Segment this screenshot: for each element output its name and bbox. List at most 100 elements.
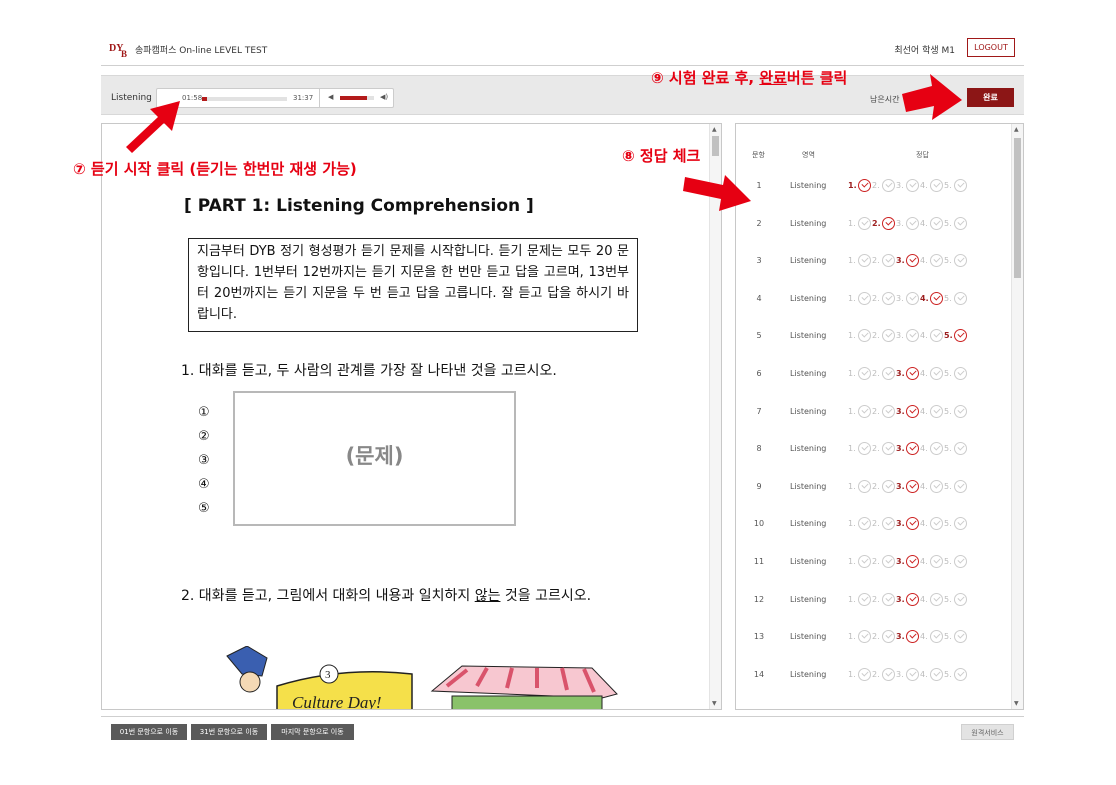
volume-up-icon[interactable]: ◀) (380, 93, 388, 101)
remote-service-button[interactable]: 원격서비스 (961, 724, 1014, 740)
answer-choice-label: 3. (896, 331, 904, 341)
option-4[interactable]: ④ (198, 473, 210, 497)
answer-row-area: Listening (790, 481, 827, 491)
checkmark-icon (885, 481, 893, 489)
checkmark-icon (861, 330, 869, 338)
check-circle-icon (954, 630, 967, 644)
answer-row-area: Listening (790, 632, 827, 642)
checkmark-icon (885, 368, 893, 376)
progress-fill (202, 97, 208, 101)
check-circle-icon (954, 404, 967, 418)
answer-choice-label: 2. (872, 181, 880, 190)
cartoon-image: 3 Culture Day! (226, 646, 618, 710)
go-question-31-button[interactable]: 31번 문항으로 이동 (191, 724, 267, 740)
volume-track[interactable] (340, 96, 374, 100)
checkmark-icon (909, 443, 917, 451)
check-circle-icon (858, 630, 871, 644)
answer-choice-label: 3. (896, 519, 905, 529)
answer-choice-label: 1. (848, 181, 857, 190)
cartoon-title: Culture Day! (292, 693, 382, 710)
logout-button[interactable]: LOGOUT (967, 38, 1015, 57)
option-3[interactable]: ③ (198, 449, 210, 473)
dyb-logo: DY B (109, 43, 127, 58)
answer-sheet[interactable]: 문항 영역 정답 1 Listening 1. 2. 3. 4. 5. 2 Listening 1… (735, 123, 1024, 710)
checkmark-icon (933, 255, 941, 263)
volume-control[interactable]: ◀ ◀) (319, 89, 395, 107)
check-circle-icon (858, 329, 871, 343)
arrow-icon-answer (683, 175, 751, 211)
answer-row: 13 Listening 1. 2. 3. 4. 5. (736, 627, 1012, 647)
scroll-thumb[interactable] (1014, 138, 1021, 278)
arrow-icon-start (126, 101, 180, 153)
check-circle-icon (930, 592, 943, 606)
checkmark-icon (957, 180, 965, 188)
check-circle-icon (930, 291, 943, 305)
annotation-start-listening: ⑦ 듣기 시작 클릭 (듣기는 한번만 재생 가능) (73, 160, 357, 178)
go-question-1-button[interactable]: 01번 문항으로 이동 (111, 724, 187, 740)
answer-choice-label: 5. (944, 181, 952, 190)
answer-row-num: 3 (756, 256, 762, 266)
check-circle-icon (858, 442, 871, 456)
answer-row: 9 Listening 1. 2. 3. 4. 5. (736, 477, 1012, 497)
answer-row-num: 12 (753, 594, 765, 604)
check-circle-icon (906, 329, 919, 343)
answer-choice-label: 2. (872, 519, 880, 529)
volume-fill (340, 96, 368, 100)
check-circle-icon (858, 517, 871, 531)
checkmark-icon (861, 631, 869, 639)
checkmark-icon (909, 406, 917, 414)
checkmark-icon (933, 556, 941, 564)
check-circle-icon (954, 592, 967, 606)
answer-choice-label: 4. (920, 331, 928, 341)
answer-scrollbar[interactable]: ▲ ▼ (1011, 124, 1023, 709)
checkmark-icon (933, 368, 941, 376)
check-circle-icon (954, 517, 967, 531)
go-last-question-button[interactable]: 마지막 문항으로 이동 (271, 724, 354, 740)
option-1[interactable]: ① (198, 401, 210, 425)
answer-row: 12 Listening 1. 2. 3. 4. 5. (736, 590, 1012, 610)
answer-choice-label: 1. (848, 519, 856, 529)
audio-player[interactable]: 01:58 31:37 ◀ ◀) (156, 88, 394, 108)
volume-down-icon[interactable]: ◀ (328, 93, 333, 101)
check-circle-icon (954, 291, 967, 305)
checkmark-icon (885, 330, 893, 338)
question-2-text-a: 2. 대화를 듣고, 그림에서 대화의 내용과 일치하지 (181, 588, 475, 604)
option-5[interactable]: ⑤ (198, 497, 210, 521)
check-circle-icon (930, 479, 943, 493)
answer-row-area: Listening (790, 218, 827, 228)
check-circle-icon (930, 179, 943, 192)
answer-row-num: 13 (753, 632, 765, 642)
answer-choice-label: 1. (848, 669, 856, 679)
scroll-thumb[interactable] (712, 136, 719, 156)
check-circle-icon (858, 254, 871, 268)
check-circle-icon (954, 442, 967, 456)
answer-row: 14 Listening 1. 2. 3. 4. 5. (736, 665, 1012, 685)
checkmark-icon (861, 180, 869, 188)
answer-row: 4 Listening 1. 2. 3. 4. 5. (736, 289, 1012, 309)
scroll-down-icon[interactable]: ▼ (712, 700, 717, 707)
checkmark-icon (957, 481, 965, 489)
checkmark-icon (861, 293, 869, 301)
question-panel[interactable]: [ PART 1: Listening Comprehension ] 지금부터… (101, 123, 722, 710)
question-2-underline: 않는 (474, 588, 501, 604)
scroll-down-icon[interactable]: ▼ (1014, 700, 1019, 707)
finish-button[interactable]: 완료 (967, 88, 1014, 107)
brand-title: 송파캠퍼스 On-line LEVEL TEST (135, 46, 268, 56)
check-circle-icon (954, 479, 967, 493)
answer-row-area: Listening (790, 256, 827, 266)
check-circle-icon (930, 555, 943, 568)
checkmark-icon (909, 631, 917, 639)
option-2[interactable]: ② (198, 425, 210, 449)
scroll-up-icon[interactable]: ▲ (1014, 126, 1019, 133)
answer-row-area: Listening (790, 406, 827, 416)
answer-choice-label: 4. (920, 181, 928, 190)
answer-choice-label: 3. (896, 256, 905, 266)
checkmark-icon (957, 218, 965, 226)
answer-choice-label: 4. (920, 481, 928, 491)
answer-choice-label: 4. (920, 557, 928, 566)
checkmark-icon (885, 443, 893, 451)
scroll-up-icon[interactable]: ▲ (712, 126, 717, 133)
answer-choice-label: 3. (896, 293, 904, 303)
check-circle-icon (906, 630, 919, 644)
progress-track[interactable] (202, 97, 287, 101)
